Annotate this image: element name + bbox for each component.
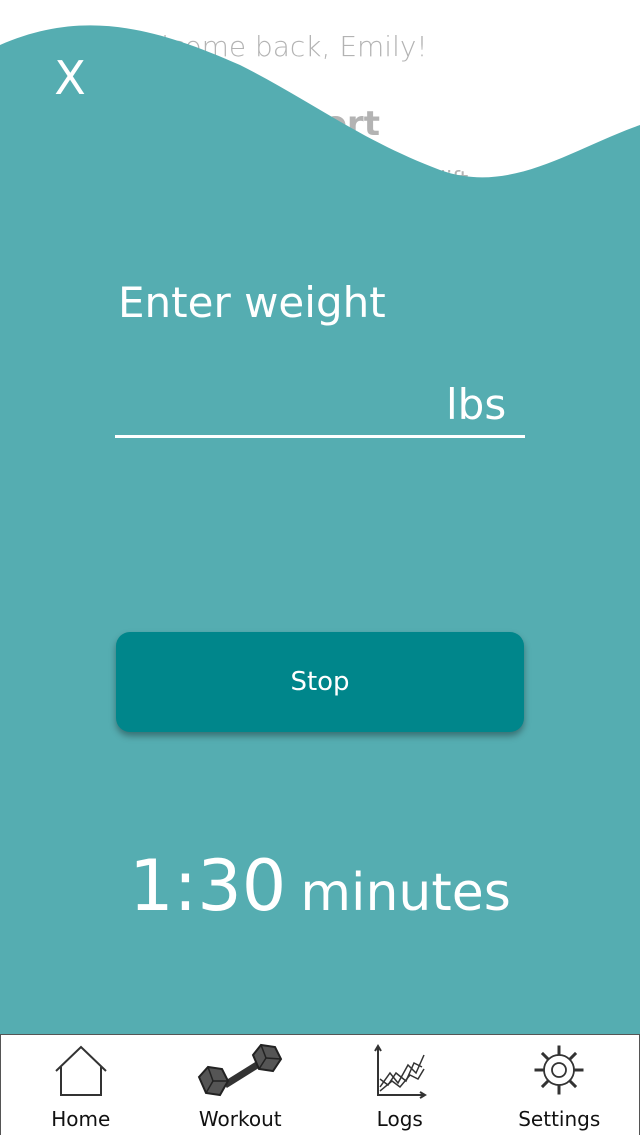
weight-input-underline xyxy=(115,435,525,438)
nav-settings[interactable]: Settings xyxy=(480,1035,640,1135)
bottom-nav: Home Workout Logs Settings xyxy=(0,1034,640,1135)
weight-label: Enter weight xyxy=(118,278,386,327)
timer-unit: minutes xyxy=(300,863,511,923)
rest-timer: 1:30 minutes xyxy=(0,845,640,927)
nav-home-label: Home xyxy=(51,1107,111,1131)
gear-icon xyxy=(532,1043,586,1101)
nav-settings-label: Settings xyxy=(518,1107,601,1131)
close-button[interactable]: X xyxy=(50,52,90,104)
home-icon xyxy=(52,1043,110,1103)
weight-input[interactable] xyxy=(116,378,446,434)
weight-unit-label: lbs xyxy=(446,380,507,429)
dumbbell-icon xyxy=(195,1043,285,1109)
nav-home[interactable]: Home xyxy=(1,1035,161,1135)
nav-logs-label: Logs xyxy=(376,1107,423,1131)
nav-workout[interactable]: Workout xyxy=(161,1035,321,1135)
chart-icon xyxy=(372,1043,428,1103)
timer-value: 1:30 xyxy=(129,845,287,927)
nav-logs[interactable]: Logs xyxy=(320,1035,480,1135)
nav-workout-label: Workout xyxy=(198,1107,282,1131)
stop-button[interactable]: Stop xyxy=(116,632,524,732)
